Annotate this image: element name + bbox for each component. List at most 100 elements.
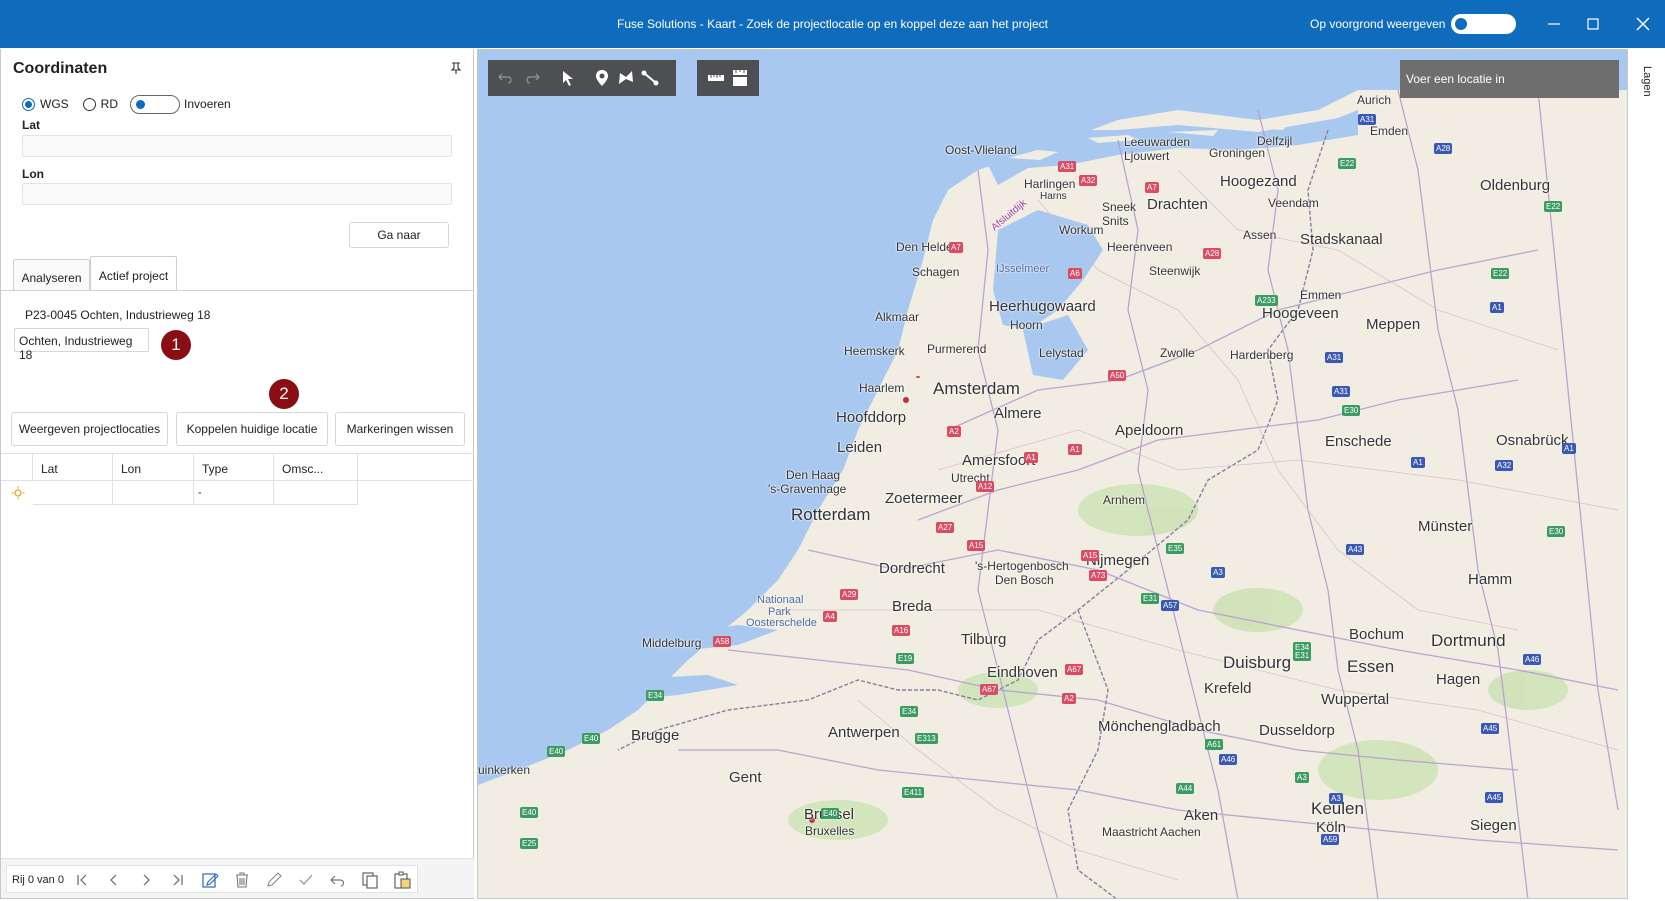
col-type[interactable]: Type: [194, 454, 274, 481]
city-label: Osnabrück: [1496, 432, 1569, 449]
tab-actief-project[interactable]: Actief project: [90, 256, 177, 291]
coord-system-row: WGS RD Invoeren: [22, 94, 231, 114]
input-toggle-label: Invoeren: [184, 97, 231, 111]
minimize-button[interactable]: [1542, 12, 1566, 36]
previous-page-icon[interactable]: [104, 870, 124, 890]
undo-icon[interactable]: [496, 68, 516, 88]
city-label: uinkerken: [478, 763, 531, 777]
city-label: Assen: [1243, 228, 1277, 242]
area-measure-icon[interactable]: [730, 68, 750, 88]
line-icon[interactable]: [640, 68, 660, 88]
city-label: Hoofddorp: [836, 409, 907, 426]
highway-shield: A4: [823, 611, 837, 622]
edit-icon[interactable]: [200, 870, 220, 890]
col-description[interactable]: Omsc...: [274, 454, 358, 481]
project-code: P23-0045 Ochten, Industrieweg 18: [25, 308, 211, 322]
highway-shield: A67: [980, 684, 999, 695]
city-label: Lelystad: [1039, 346, 1084, 360]
highway-shield: A28: [1434, 143, 1453, 154]
toggle-knob: [136, 99, 146, 109]
polygon-icon[interactable]: [616, 68, 636, 88]
ruler-icon[interactable]: [706, 68, 726, 88]
col-lon[interactable]: Lon: [113, 454, 194, 481]
city-label: Hoorn: [1010, 318, 1043, 332]
lon-label: Lon: [22, 167, 44, 181]
link-location-button[interactable]: Koppelen huidige locatie: [176, 412, 328, 446]
next-page-icon[interactable]: [136, 870, 156, 890]
city-label: Hardenberg: [1230, 348, 1294, 362]
highway-shield: A58: [713, 636, 732, 647]
highway-shield: A1: [1411, 457, 1425, 468]
new-row-marker: [1, 481, 33, 505]
highway-shield: A31: [1358, 114, 1377, 125]
marker-icon[interactable]: [592, 68, 612, 88]
highway-shield: E31: [1293, 650, 1312, 661]
pin-icon[interactable]: [449, 61, 463, 75]
highway-shield: A46: [1219, 754, 1238, 765]
paste-icon[interactable]: [392, 870, 412, 890]
city-label: Oldenburg: [1480, 177, 1551, 194]
layers-tab[interactable]: Lagen: [1641, 66, 1653, 97]
cell-lon[interactable]: [113, 481, 194, 505]
close-button[interactable]: [1631, 12, 1655, 36]
highway-shield: A32: [1079, 175, 1098, 186]
wgs-radio[interactable]: [22, 97, 35, 111]
maximize-button[interactable]: [1581, 12, 1605, 36]
copy-icon[interactable]: [360, 870, 380, 890]
city-label: Drachten: [1147, 196, 1208, 213]
city-label: Eindhoven: [987, 664, 1058, 681]
lat-input[interactable]: [22, 135, 452, 157]
city-label: Enschede: [1325, 433, 1392, 450]
city-label: Dordrecht: [879, 560, 945, 577]
city-label: Emmen: [1300, 288, 1342, 302]
city-label: Zoetermeer: [885, 490, 963, 507]
new-row[interactable]: -: [1, 481, 474, 505]
delete-icon[interactable]: [232, 870, 252, 890]
pencil-icon[interactable]: [264, 870, 284, 890]
minimize-icon: [1548, 23, 1560, 25]
check-icon[interactable]: [296, 870, 316, 890]
city-label: Bochum: [1349, 626, 1405, 643]
lon-input[interactable]: [22, 183, 452, 205]
city-label: Zwolle: [1160, 346, 1195, 360]
city-label: Stadskanaal: [1300, 231, 1383, 248]
cell-lat[interactable]: [33, 481, 113, 505]
highway-shield: E22: [1338, 158, 1357, 169]
highway-shield: A29: [840, 589, 859, 600]
goto-button[interactable]: Ga naar: [349, 222, 449, 248]
highway-shield: E40: [821, 808, 840, 819]
location-search-input[interactable]: [1400, 60, 1619, 98]
foreground-toggle[interactable]: [1451, 14, 1516, 34]
show-locations-button[interactable]: Weergeven projectlocaties: [11, 412, 168, 446]
project-address[interactable]: Ochten, Industrieweg 18: [14, 328, 149, 362]
highway-shield: E40: [520, 807, 539, 818]
highway-shield: A57: [1161, 600, 1180, 611]
redo-icon[interactable]: [522, 68, 542, 88]
undo-icon[interactable]: [328, 870, 348, 890]
first-page-icon[interactable]: [72, 870, 92, 890]
last-page-icon[interactable]: [168, 870, 188, 890]
highway-shield: A31: [1325, 352, 1344, 363]
input-toggle[interactable]: [130, 94, 181, 114]
city-label: Krefeld: [1204, 680, 1252, 697]
grid-header: Lat Lon Type Omsc...: [1, 453, 474, 481]
map-view[interactable]: Aurich Emden Delfzijl Oost-Vlieland Leeu…: [477, 49, 1628, 899]
city-label: Almere: [994, 405, 1042, 422]
rd-radio[interactable]: [82, 97, 96, 111]
city-label: Münster: [1418, 518, 1473, 535]
highway-shield: A31: [1058, 161, 1077, 172]
grid-corner: [1, 454, 33, 481]
tab-analyseren[interactable]: Analyseren: [13, 259, 90, 291]
highway-shield: A3: [1295, 772, 1309, 783]
col-lat[interactable]: Lat: [33, 454, 113, 481]
highway-shield: A28: [1203, 248, 1222, 259]
cell-description[interactable]: [274, 481, 358, 505]
city-label: Antwerpen: [828, 724, 900, 741]
cell-type[interactable]: -: [194, 481, 274, 505]
city-label: Siegen: [1470, 817, 1517, 834]
select-pointer-icon[interactable]: [558, 68, 578, 88]
highway-shield: E35: [1166, 543, 1185, 554]
step-badge-2: 2: [269, 379, 299, 409]
clear-markers-button[interactable]: Markeringen wissen: [335, 412, 465, 446]
highway-shield: A15: [967, 540, 986, 551]
